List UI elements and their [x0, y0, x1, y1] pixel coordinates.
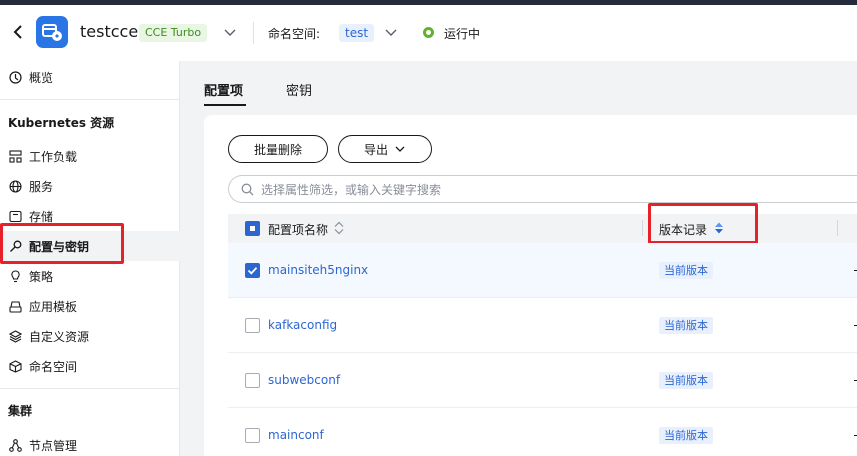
sidebar-item-label: 服务: [29, 179, 54, 194]
chevron-down-icon: [224, 29, 236, 36]
select-all-checkbox[interactable]: [245, 221, 260, 236]
search-placeholder: 选择属性筛选，或输入关键字搜索: [261, 182, 442, 197]
highlight-box: [648, 203, 758, 244]
cluster-status: 运行中: [444, 27, 481, 41]
indeterminate-icon: [250, 226, 255, 231]
sidebar-item-label: 工作负载: [29, 149, 78, 164]
cube-icon: [8, 359, 22, 373]
namespace-dropdown[interactable]: [383, 24, 399, 40]
version-tag: 当前版本: [659, 262, 713, 279]
export-label: 导出: [363, 142, 388, 157]
template-icon: [8, 299, 22, 313]
row-checkbox[interactable]: [245, 428, 260, 443]
tab-secrets[interactable]: 密钥: [286, 80, 312, 99]
sidebar-item-label: 存储: [29, 209, 54, 224]
highlight-box: [0, 223, 124, 264]
configmap-name-link[interactable]: kafkaconfig: [268, 318, 337, 332]
workload-icon: [8, 149, 22, 163]
sidebar-item-policies[interactable]: 策略: [0, 261, 180, 291]
sidebar-item-label: 自定义资源: [29, 329, 90, 344]
sidebar-item-app-templates[interactable]: 应用模板: [0, 291, 180, 321]
running-status-icon: [423, 27, 434, 38]
sidebar-item-node-management[interactable]: 节点管理: [0, 430, 180, 456]
column-separator: [642, 220, 643, 236]
sidebar-item-overview[interactable]: 概览: [0, 62, 180, 92]
check-icon: [247, 267, 258, 275]
section-cluster: 集群: [8, 404, 33, 418]
chevron-down-icon: [385, 29, 397, 36]
version-tag: 当前版本: [659, 427, 713, 444]
row-checkbox[interactable]: [245, 318, 260, 333]
tab-bar: 配置项 密钥: [181, 61, 857, 109]
overview-icon: [8, 70, 22, 84]
sidebar-divider: [0, 99, 180, 100]
batch-delete-button[interactable]: 批量删除: [228, 135, 328, 163]
configmap-name-link[interactable]: subwebconf: [268, 373, 340, 387]
row-checkbox[interactable]: [245, 263, 260, 278]
configmap-name-link[interactable]: mainconf: [268, 428, 324, 442]
namespace-label: 命名空间:: [268, 27, 321, 41]
export-button[interactable]: 导出: [338, 135, 432, 163]
namespace-selector[interactable]: test: [339, 24, 375, 42]
back-button[interactable]: [8, 21, 28, 43]
active-tab-indicator: [204, 104, 246, 106]
search-icon: [241, 183, 254, 195]
column-separator: [837, 220, 838, 236]
chevron-down-icon: [395, 146, 405, 152]
sidebar-item-label: 应用模板: [29, 299, 78, 314]
cce-logo-icon: [36, 16, 68, 48]
node-icon: [8, 438, 22, 452]
sidebar-item-label: 概览: [29, 70, 54, 85]
version-tag: 当前版本: [659, 317, 713, 334]
layers-icon: [8, 329, 22, 343]
row-checkbox[interactable]: [245, 373, 260, 388]
sidebar-item-label: 节点管理: [29, 438, 78, 453]
globe-icon: [8, 179, 22, 193]
version-tag: 当前版本: [659, 372, 713, 389]
sidebar-item-services[interactable]: 服务: [0, 171, 180, 201]
sidebar-item-namespaces[interactable]: 命名空间: [0, 351, 180, 381]
sidebar-item-label: 策略: [29, 269, 54, 284]
header-divider: [253, 22, 254, 44]
cluster-switch-dropdown[interactable]: [222, 24, 238, 40]
sidebar-divider: [0, 388, 180, 389]
col-header-name[interactable]: 配置项名称: [268, 221, 328, 238]
section-kubernetes: Kubernetes 资源: [8, 116, 115, 130]
bulb-icon: [8, 269, 22, 283]
configmap-name-link[interactable]: mainsiteh5nginx: [268, 263, 368, 277]
cluster-name: testcce: [80, 22, 139, 41]
cluster-type-badge: CCE Turbo: [139, 24, 208, 42]
sidebar-item-label: 命名空间: [29, 359, 78, 374]
chevron-left-icon: [13, 25, 22, 39]
tab-configmaps[interactable]: 配置项: [204, 80, 243, 99]
search-input[interactable]: 选择属性筛选，或输入关键字搜索: [228, 175, 857, 203]
storage-icon: [8, 209, 22, 223]
page-header: testcce CCE Turbo 命名空间: test 运行中: [0, 5, 857, 61]
sidebar-item-workloads[interactable]: 工作负载: [0, 141, 180, 171]
sort-icon[interactable]: [334, 221, 344, 235]
sidebar-item-custom-resources[interactable]: 自定义资源: [0, 321, 180, 351]
